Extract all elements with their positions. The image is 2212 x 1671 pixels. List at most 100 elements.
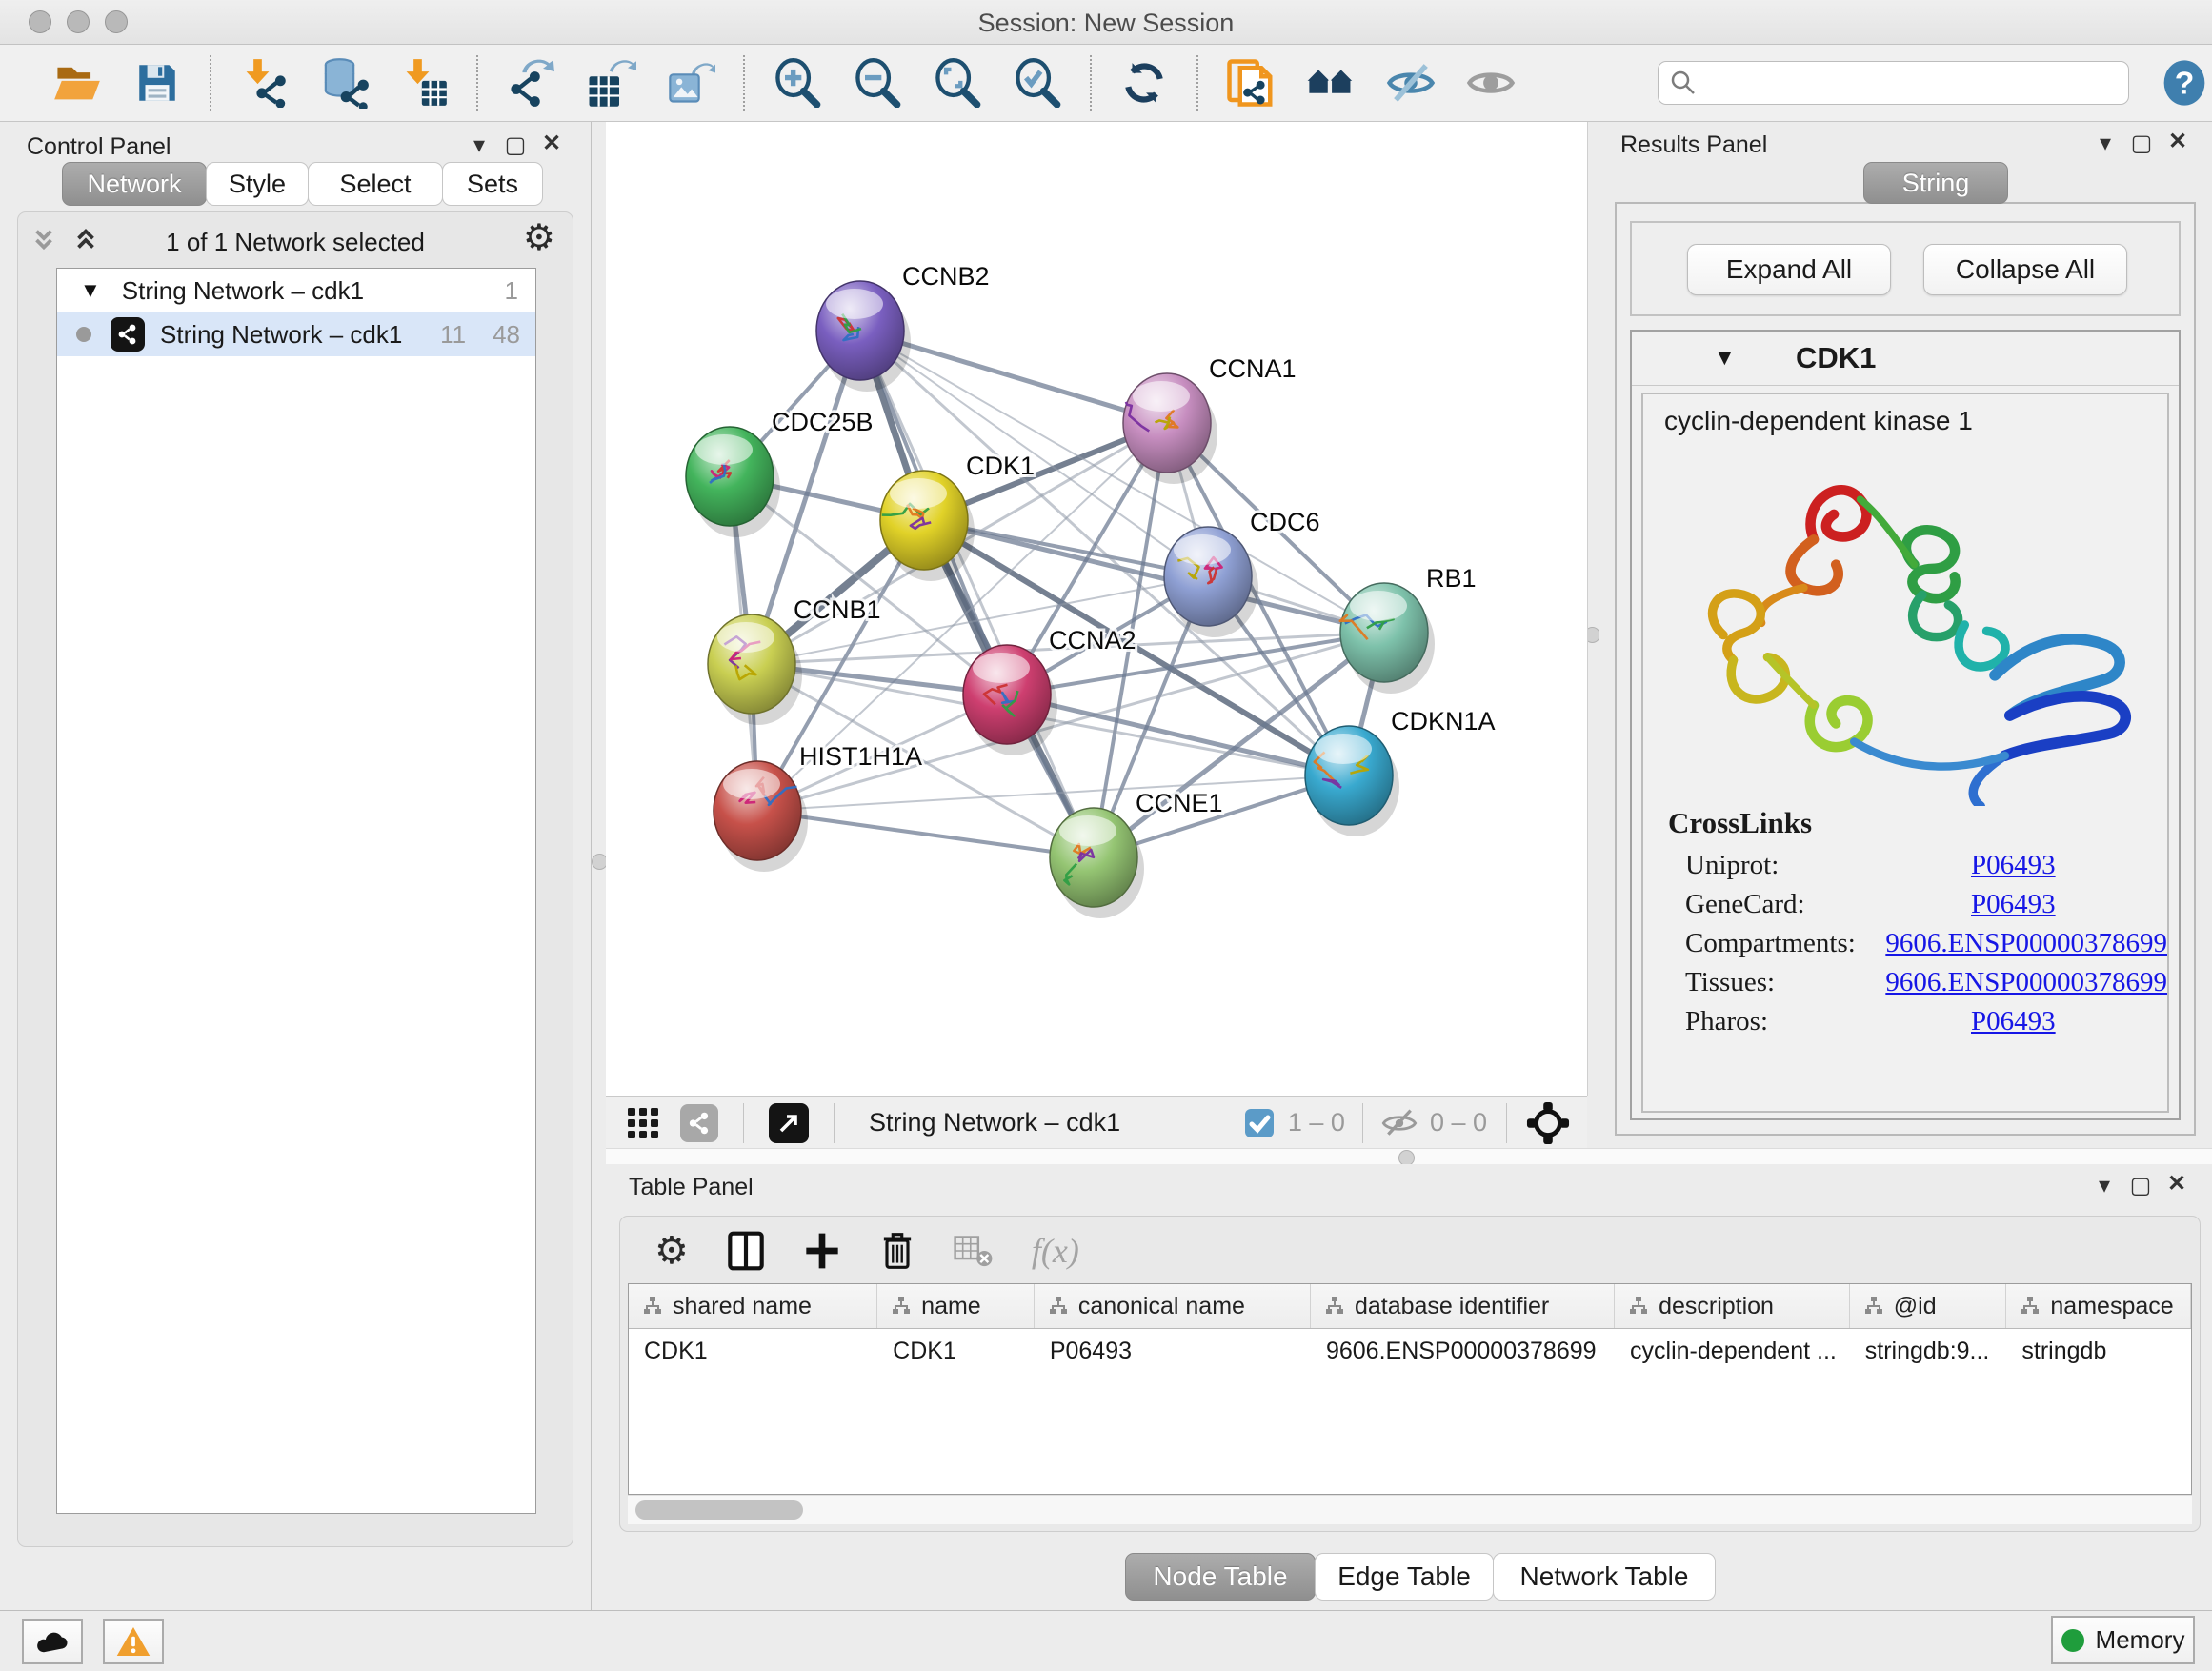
control-panel-tab-bar: NetworkStyleSelectSets	[63, 162, 543, 206]
tab-select[interactable]: Select	[308, 162, 443, 206]
search-box[interactable]	[1658, 61, 2129, 105]
node-highlight	[1350, 591, 1407, 621]
network-list-container: 1 of 1 Network selected ⚙ ▼ String Netwo…	[17, 211, 573, 1547]
column-header-database-identifier[interactable]: database identifier	[1311, 1284, 1615, 1328]
help-button[interactable]: ?	[2158, 55, 2212, 111]
column-header--id[interactable]: @id	[1850, 1284, 2007, 1328]
column-header-canonical-name[interactable]: canonical name	[1035, 1284, 1311, 1328]
table-panel-close-button[interactable]: ✕	[2161, 1170, 2193, 1198]
crosslink-link-tissues-[interactable]: 9606.ENSP00000378699	[1885, 967, 2167, 998]
warnings-button[interactable]	[103, 1619, 164, 1664]
network-list-options-gear-icon[interactable]: ⚙	[523, 220, 555, 256]
export-table-button[interactable]	[583, 55, 638, 111]
network-node-CDK1[interactable]	[880, 471, 968, 570]
tab-style[interactable]: Style	[206, 162, 309, 206]
grid-view-icon[interactable]	[627, 1107, 659, 1139]
network-view-type-icon[interactable]	[680, 1104, 718, 1142]
table-panel-float-button[interactable]: ▢	[2124, 1172, 2157, 1199]
tab-node-table[interactable]: Node Table	[1125, 1553, 1316, 1601]
crosslink-link-compartments-[interactable]: 9606.ENSP00000378699	[1885, 928, 2167, 959]
tab-edge-table[interactable]: Edge Table	[1315, 1553, 1494, 1601]
zoom-selected-button[interactable]	[1010, 55, 1065, 111]
network-node-CDC25B[interactable]	[686, 427, 774, 526]
show-hidden-button[interactable]	[1463, 55, 1518, 111]
save-session-button[interactable]	[130, 55, 185, 111]
show-all-networks-button[interactable]	[1303, 55, 1358, 111]
column-header-name[interactable]: name	[877, 1284, 1035, 1328]
gene-collapse-triangle[interactable]: ▼	[1714, 345, 1736, 371]
crosslink-row: Tissues:9606.ENSP00000378699	[1643, 963, 2167, 1002]
birdseye-view-icon[interactable]	[769, 1103, 809, 1143]
gene-section-header[interactable]: ▼ CDK1	[1632, 332, 2179, 386]
zoom-out-button[interactable]	[850, 55, 905, 111]
network-node-CCNE1[interactable]	[1050, 808, 1137, 907]
table-toolbar: ⚙ f(x)	[620, 1217, 2200, 1281]
table-panel-collapse-button[interactable]: ▾	[2088, 1172, 2121, 1199]
fit-selected-crosshair-icon[interactable]	[1526, 1101, 1570, 1145]
control-panel-float-button[interactable]: ▢	[499, 131, 532, 159]
network-tree: ▼ String Network – cdk1 1 String Network…	[56, 268, 536, 1514]
delete-column-icon[interactable]	[879, 1230, 915, 1272]
clone-network-button[interactable]	[1223, 55, 1278, 111]
column-header-description[interactable]: description	[1615, 1284, 1850, 1328]
tab-string[interactable]: String	[1863, 162, 2008, 204]
network-canvas[interactable]: CCNB2CCNA1CDC25BCDK1CDC6RB1CCNB1CCNA2CDK…	[606, 122, 1588, 1096]
network-node-CCNA1[interactable]	[1123, 373, 1211, 473]
results-panel-float-button[interactable]: ▢	[2125, 130, 2158, 157]
delete-table-icon[interactable]	[954, 1234, 994, 1268]
network-node-HIST1H1A[interactable]	[714, 761, 801, 860]
network-collection-row[interactable]: ▼ String Network – cdk1 1	[57, 269, 535, 312]
zoom-in-button[interactable]	[770, 55, 825, 111]
zoom-fit-content-button[interactable]	[930, 55, 985, 111]
tab-network-table[interactable]: Network Table	[1493, 1553, 1716, 1601]
scrollbar-thumb[interactable]	[635, 1500, 803, 1520]
crosslink-link-genecard-[interactable]: P06493	[1971, 889, 2056, 920]
network-node-CCNB1[interactable]	[708, 614, 795, 714]
crosslink-link-pharos-[interactable]: P06493	[1971, 1006, 2056, 1037]
results-panel-close-button[interactable]: ✕	[2162, 128, 2194, 155]
network-edge-CDK1-RB1[interactable]	[924, 520, 1384, 633]
network-edge-HIST1H1A-CCNE1[interactable]	[757, 811, 1094, 857]
cloud-status-button[interactable]	[22, 1619, 83, 1664]
import-network-button[interactable]	[236, 55, 292, 111]
network-edge-CCNB2-CCNE1[interactable]	[860, 331, 1094, 857]
search-input[interactable]	[1697, 69, 2110, 98]
tab-sets[interactable]: Sets	[442, 162, 543, 206]
collapse-all-button[interactable]: Collapse All	[1923, 244, 2127, 295]
memory-button[interactable]: Memory	[2051, 1616, 2195, 1664]
export-network-button[interactable]	[503, 55, 558, 111]
results-panel-collapse-button[interactable]: ▾	[2089, 130, 2122, 157]
network-edge-CCNA2-CDKN1A[interactable]	[1007, 695, 1349, 775]
function-builder-icon[interactable]: f(x)	[1032, 1231, 1079, 1271]
table-options-gear-icon[interactable]: ⚙	[654, 1232, 689, 1270]
table-row[interactable]: CDK1CDK1P064939606.ENSP00000378699cyclin…	[629, 1329, 2191, 1373]
export-image-button[interactable]	[663, 55, 718, 111]
network-node-RB1[interactable]	[1340, 583, 1428, 682]
import-network-from-database-button[interactable]	[316, 55, 372, 111]
crosslink-link-uniprot-[interactable]: P06493	[1971, 850, 2056, 881]
network-graph[interactable]: CCNB2CCNA1CDC25BCDK1CDC6RB1CCNB1CCNA2CDK…	[606, 122, 1587, 1096]
tab-network[interactable]: Network	[62, 162, 207, 206]
import-table-button[interactable]	[396, 55, 452, 111]
apply-preferred-layout-button[interactable]	[1116, 55, 1172, 111]
control-panel-close-button[interactable]: ✕	[535, 130, 568, 157]
control-panel-collapse-button[interactable]: ▾	[463, 131, 495, 159]
column-header-label: @id	[1894, 1293, 1937, 1320]
network-row-selected[interactable]: String Network – cdk1 11 48	[57, 312, 535, 356]
network-node-CDKN1A[interactable]	[1305, 726, 1393, 825]
collection-count: 1	[505, 276, 518, 306]
network-node-CDC6[interactable]	[1164, 527, 1252, 626]
hidden-eye-slash-icon[interactable]	[1380, 1107, 1418, 1139]
column-header-namespace[interactable]: namespace	[2006, 1284, 2191, 1328]
network-node-CCNB2[interactable]	[816, 281, 904, 380]
hide-selected-button[interactable]	[1383, 55, 1438, 111]
selected-checkbox-icon[interactable]	[1244, 1108, 1275, 1138]
collection-expand-triangle[interactable]: ▼	[80, 278, 101, 303]
column-header-shared-name[interactable]: shared name	[629, 1284, 877, 1328]
open-session-button[interactable]	[50, 55, 105, 111]
show-columns-icon[interactable]	[727, 1230, 765, 1272]
expand-all-button[interactable]: Expand All	[1687, 244, 1891, 295]
table-horizontal-scrollbar[interactable]	[628, 1495, 2192, 1524]
add-column-icon[interactable]	[803, 1230, 841, 1272]
network-node-CCNA2[interactable]	[963, 645, 1051, 744]
